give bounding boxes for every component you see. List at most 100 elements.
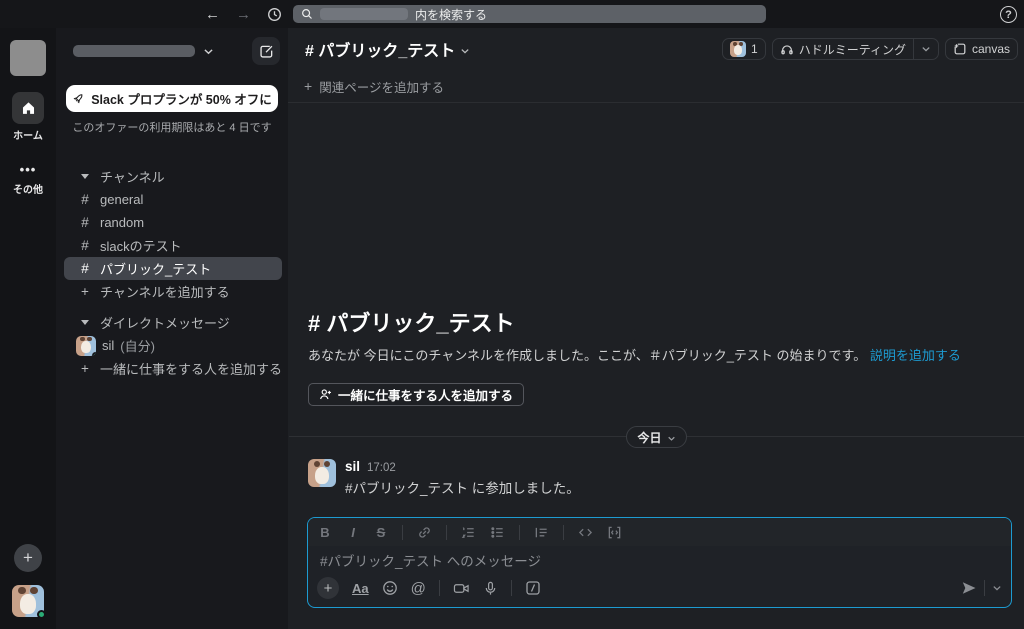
huddle-button[interactable]: ハドルミーティング (771, 38, 939, 60)
sidebar-item-random[interactable]: # random (64, 211, 282, 234)
sidebar-item-general[interactable]: # general (64, 188, 282, 211)
add-people-label: 一緒に仕事をする人を追加する (338, 389, 514, 403)
canvas-icon (953, 42, 967, 56)
hash-icon: # (81, 192, 89, 207)
code-block-icon[interactable] (607, 525, 622, 540)
emoji-icon[interactable] (382, 580, 398, 596)
history-clock-icon[interactable] (267, 7, 282, 22)
huddle-options-chevron[interactable] (914, 39, 938, 59)
microphone-icon[interactable] (483, 581, 498, 596)
bold-button[interactable]: B (318, 525, 332, 540)
offer-expiry-text: このオファーの利用期限はあと 4 日です (72, 122, 272, 134)
code-icon[interactable] (578, 525, 593, 540)
formatting-toggle-button[interactable]: Aa (352, 581, 369, 596)
italic-button[interactable]: I (346, 525, 360, 540)
search-icon (301, 8, 313, 20)
forward-icon[interactable]: → (236, 6, 251, 23)
date-divider: 今日 (289, 426, 1024, 448)
search-placeholder: 内を検索する (415, 7, 488, 22)
sidebar-item-dm-sil[interactable]: sil (自分) (64, 334, 282, 357)
more-label: その他 (13, 185, 43, 196)
channel-intro-body: あなたが 今日にこのチャンネルを作成しました。ここが、＃パブリック_テスト の始… (308, 347, 1004, 365)
message-timestamp[interactable]: 17:02 (367, 462, 396, 474)
member-count-button[interactable]: 1 (722, 38, 766, 60)
home-button[interactable] (12, 92, 44, 124)
canvas-label: canvas (971, 42, 1010, 56)
sidebar: Slack プロプランが 50% オフに このオファーの利用期限はあと 4 日で… (56, 28, 288, 629)
message-author[interactable]: sil (345, 459, 360, 474)
formatting-toolbar: B I S (308, 518, 1011, 546)
add-description-link[interactable]: 説明を追加する (870, 348, 961, 363)
home-icon (20, 100, 37, 117)
dm-user-avatar (76, 335, 96, 356)
channel-view: # パブリック_テスト 1 ハドルミーティング canvas + 関連ページを追… (288, 28, 1024, 629)
more-icon[interactable]: ••• (20, 160, 37, 178)
presence-indicator (37, 610, 46, 619)
send-icon[interactable] (961, 580, 977, 596)
channels-section-header[interactable]: チャンネル (64, 165, 282, 188)
canvas-button[interactable]: canvas (944, 38, 1018, 60)
sidebar-item-public-test[interactable]: # パブリック_テスト (64, 257, 282, 280)
compose-icon (259, 44, 274, 59)
composer-action-bar: + Aa @ (308, 573, 1011, 607)
back-icon[interactable]: ← (205, 6, 220, 23)
chevron-down-icon (667, 435, 676, 442)
huddle-label: ハドルミーティング (798, 42, 906, 57)
channel-label: random (100, 215, 145, 230)
message-pane: # パブリック_テスト あなたが 今日にこのチャンネルを作成しました。ここが、＃… (288, 103, 1024, 517)
sidebar-item-slack-test[interactable]: # slackのテスト (64, 234, 282, 257)
channel-title-button[interactable]: # パブリック_テスト (305, 37, 470, 61)
message-input[interactable]: #パブリック_テスト へのメッセージ (308, 546, 1011, 573)
headphones-icon (780, 42, 794, 56)
date-label: 今日 (637, 430, 662, 445)
sidebar-nav: チャンネル # general # random # slackのテスト # パ… (56, 165, 288, 380)
date-pill-button[interactable]: 今日 (626, 426, 687, 448)
top-bar: ← → 内を検索する ? (0, 0, 1024, 28)
strikethrough-button[interactable]: S (374, 525, 388, 540)
workspace-name-redacted[interactable] (73, 45, 195, 57)
intro-text: あなたが 今日にこのチャンネルを作成しました。ここが、＃パブリック_テスト の始… (308, 347, 867, 363)
slash-commands-icon[interactable] (525, 580, 541, 596)
plus-icon: + (81, 361, 89, 376)
message-composer[interactable]: B I S #パブリック_テスト へのメッセージ + Aa @ (307, 517, 1012, 608)
add-related-page-button[interactable]: 関連ページを追加する (319, 77, 444, 96)
section-collapse-icon (81, 174, 89, 179)
link-icon[interactable] (417, 525, 432, 540)
channel-label: パブリック_テスト (100, 262, 212, 277)
add-channel-label: チャンネルを追加する (100, 285, 230, 300)
add-coworkers-label: 一緒に仕事をする人を追加する (100, 362, 283, 377)
create-new-button[interactable]: + (14, 544, 42, 572)
member-avatar (730, 41, 746, 57)
channel-header: # パブリック_テスト 1 ハドルミーティング canvas (288, 28, 1024, 70)
bullet-list-icon[interactable] (490, 525, 505, 540)
pro-plan-banner: Slack プロプランが 50% オフに このオファーの利用期限はあと 4 日で… (56, 74, 288, 135)
blockquote-icon[interactable] (534, 525, 549, 540)
user-profile-button[interactable] (12, 585, 46, 619)
section-collapse-icon (81, 320, 89, 325)
member-count: 1 (751, 42, 758, 56)
add-channel-button[interactable]: + チャンネルを追加する (64, 280, 282, 303)
hash-icon: # (81, 261, 89, 276)
composer-placeholder: #パブリック_テスト へのメッセージ (320, 553, 541, 569)
attach-plus-button[interactable]: + (317, 577, 339, 599)
new-message-button[interactable] (252, 37, 280, 65)
pro-plan-offer-button[interactable]: Slack プロプランが 50% オフに (66, 85, 278, 112)
mention-icon[interactable]: @ (411, 580, 426, 597)
dm-section-header[interactable]: ダイレクトメッセージ (64, 311, 282, 334)
plus-icon: + (81, 284, 89, 299)
search-input[interactable]: 内を検索する (293, 5, 766, 23)
video-icon[interactable] (453, 581, 470, 596)
workspace-avatar[interactable] (10, 40, 46, 76)
help-icon[interactable]: ? (1000, 6, 1017, 23)
add-coworkers-button[interactable]: + 一緒に仕事をする人を追加する (64, 357, 282, 380)
home-label: ホーム (13, 131, 43, 142)
workspace-chevron-down-icon[interactable] (203, 47, 214, 56)
rocket-icon (72, 92, 85, 105)
hash-icon: # (81, 238, 89, 253)
history-nav: ← → (205, 0, 282, 28)
add-people-button[interactable]: 一緒に仕事をする人を追加する (308, 383, 525, 406)
person-add-icon (319, 388, 332, 401)
send-options-chevron[interactable] (992, 584, 1002, 592)
message-avatar[interactable] (308, 459, 336, 487)
ordered-list-icon[interactable] (461, 525, 476, 540)
